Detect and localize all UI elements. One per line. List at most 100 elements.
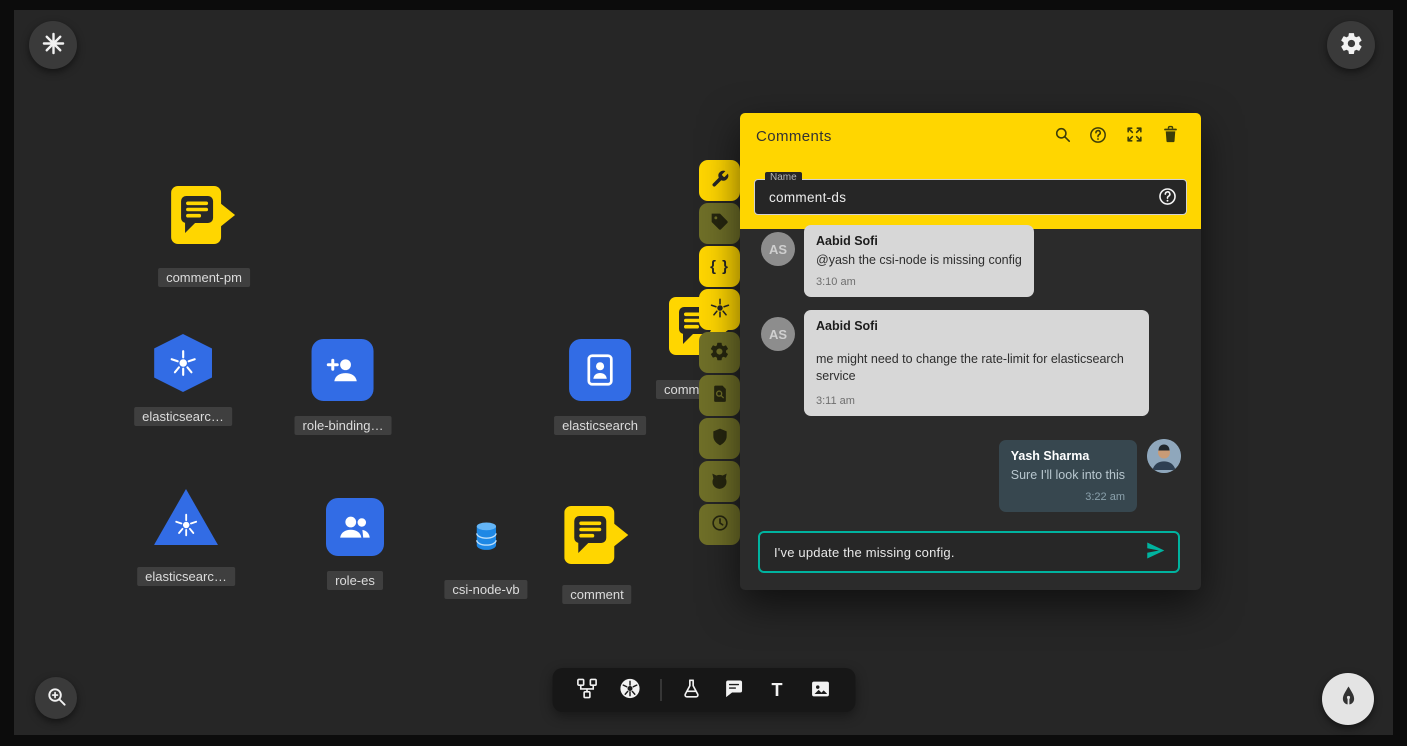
storage-cylinder-icon: [473, 521, 499, 556]
comments-panel: Comments Name AS Aabid Sofi @yash the cs…: [740, 113, 1201, 590]
comment-node-icon: [564, 506, 630, 571]
bottom-toolbar: T: [552, 668, 855, 712]
tag-icon: [710, 212, 730, 235]
kubernetes-badge-icon: [619, 677, 642, 703]
comment-text: @yash the csi-node is missing config: [816, 252, 1022, 269]
comment-message: Aabid Sofi me might need to change the r…: [804, 310, 1149, 416]
role-binding-icon: [312, 339, 374, 401]
comment-author: Aabid Sofi: [816, 319, 1137, 333]
comment-message: Aabid Sofi @yash the csi-node is missing…: [804, 225, 1034, 297]
node-label: elasticsearch: [554, 416, 646, 435]
github-button[interactable]: [699, 461, 740, 502]
design-schema-button[interactable]: [574, 677, 600, 703]
zoom-button[interactable]: [35, 677, 77, 719]
search-icon: [1053, 125, 1072, 147]
labels-button[interactable]: [699, 203, 740, 244]
kubernetes-button[interactable]: [699, 289, 740, 330]
node-label: elasticsearc…: [137, 567, 235, 586]
comment-text: me might need to change the rate-limit f…: [816, 351, 1137, 385]
kubernetes-asterisk-icon: [41, 31, 66, 59]
node-elasticsearch-service-account[interactable]: elasticsearch: [554, 339, 646, 435]
node-elasticsearch-hexagon[interactable]: elasticsearc…: [134, 334, 232, 426]
ink-pen-button[interactable]: [1322, 673, 1374, 725]
text-tool-icon: T: [772, 681, 783, 699]
node-csi-node-vb[interactable]: csi-node-vb: [444, 521, 527, 599]
security-button[interactable]: [699, 418, 740, 459]
comment-time: 3:22 am: [1011, 491, 1125, 503]
flask-tool-button[interactable]: [678, 677, 704, 703]
node-label: comment-pm: [158, 268, 250, 287]
comment-time: 3:11 am: [816, 395, 1137, 407]
zoom-in-icon: [45, 685, 68, 711]
avatar: AS: [761, 317, 795, 351]
variables-button[interactable]: { }: [699, 246, 740, 287]
comment-composer: [758, 531, 1180, 573]
resource-settings-button[interactable]: [699, 332, 740, 373]
node-label: comment: [562, 585, 631, 604]
node-context-toolbar: { }: [699, 160, 740, 545]
schema-icon: [576, 677, 599, 703]
comment-message: Yash Sharma Sure I'll look into this 3:2…: [999, 440, 1137, 512]
panel-title: Comments: [756, 128, 832, 145]
comment-author: Aabid Sofi: [816, 234, 1022, 248]
comment-tool-button[interactable]: [721, 677, 747, 703]
flask-icon: [680, 678, 702, 703]
service-account-icon: [569, 339, 631, 401]
toolbar-divider: [660, 679, 661, 701]
comment-time: 3:10 am: [816, 276, 1022, 288]
node-label: csi-node-vb: [444, 580, 527, 599]
node-role-binding[interactable]: role-binding…: [295, 339, 392, 435]
clock-icon: [710, 513, 730, 536]
kubernetes-components-button[interactable]: [617, 677, 643, 703]
trash-icon: [1161, 125, 1180, 147]
avatar: AS: [761, 232, 795, 266]
kubernetes-triangle-icon: [154, 489, 218, 545]
delete-button[interactable]: [1155, 121, 1185, 151]
send-icon: [1144, 539, 1167, 565]
search-button[interactable]: [1047, 121, 1077, 151]
name-input[interactable]: [754, 179, 1187, 215]
image-icon: [809, 678, 831, 703]
chat-bubble-icon: [724, 678, 745, 702]
shield-icon: [710, 427, 730, 450]
expand-button[interactable]: [1119, 121, 1149, 151]
logs-button[interactable]: [699, 375, 740, 416]
braces-icon: { }: [710, 258, 729, 275]
avatar-photo: [1147, 439, 1181, 473]
gear-icon: [1339, 31, 1364, 59]
node-elasticsearch-triangle[interactable]: elasticsearc…: [137, 489, 235, 586]
text-tool-button[interactable]: T: [764, 677, 790, 703]
comment-text: Sure I'll look into this: [1011, 467, 1125, 484]
node-role-es[interactable]: role-es: [326, 498, 384, 590]
node-label: role-binding…: [295, 416, 392, 435]
name-field-section: Name: [740, 159, 1201, 229]
help-button[interactable]: [1083, 121, 1113, 151]
kanvas-app: comment-pm elasticsearc… role-binding… e…: [0, 0, 1407, 746]
document-search-icon: [710, 384, 730, 407]
configure-button[interactable]: [699, 160, 740, 201]
comment-node-icon: [171, 186, 237, 251]
comment-author: Yash Sharma: [1011, 449, 1125, 463]
kubernetes-wheel-icon: [709, 297, 731, 322]
expand-icon: [1125, 125, 1144, 147]
node-comment[interactable]: comment: [562, 506, 631, 604]
node-label: elasticsearc…: [134, 407, 232, 426]
comment-input[interactable]: [772, 544, 1140, 561]
kubernetes-hexagon-icon: [154, 334, 212, 392]
name-field-label: Name: [765, 172, 802, 183]
role-icon: [326, 498, 384, 556]
kubernetes-context-button[interactable]: [29, 21, 77, 69]
node-comment-pm[interactable]: comment-pm: [158, 186, 250, 287]
history-button[interactable]: [699, 504, 740, 545]
shapes-tool-button[interactable]: [807, 677, 833, 703]
question-circle-icon: [1088, 125, 1108, 148]
settings-button[interactable]: [1327, 21, 1375, 69]
ink-pen-icon: [1335, 684, 1362, 714]
name-help-button[interactable]: [1155, 186, 1179, 210]
question-circle-icon: [1157, 195, 1178, 210]
send-button[interactable]: [1140, 537, 1170, 567]
gear-icon: [709, 341, 730, 365]
comments-panel-header: Comments: [740, 113, 1201, 159]
github-icon: [709, 470, 730, 494]
node-label: role-es: [327, 571, 383, 590]
